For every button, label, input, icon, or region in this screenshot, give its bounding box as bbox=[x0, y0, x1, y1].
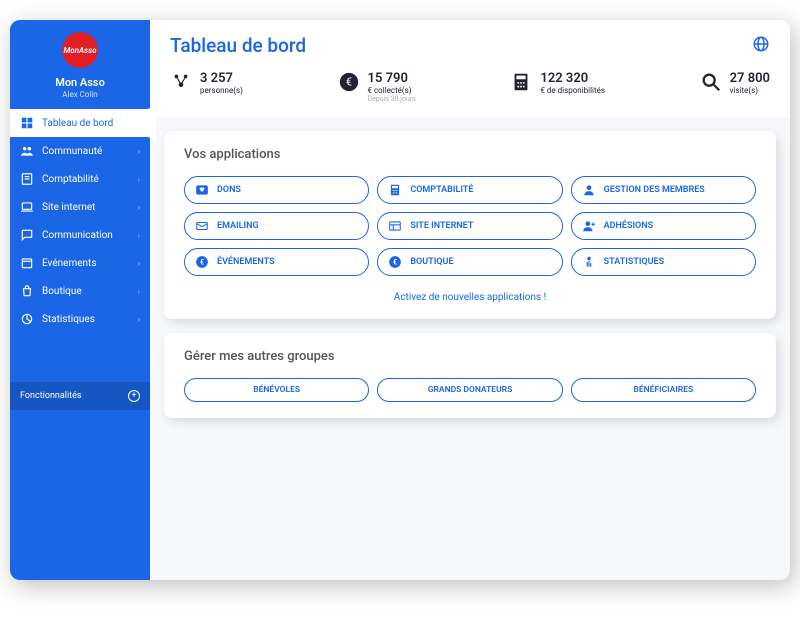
stat-1: 15 790€ collecté(s)Depuis 30 jours bbox=[338, 71, 416, 103]
sidebar-item-4[interactable]: Communication › bbox=[10, 221, 150, 249]
person-icon bbox=[582, 183, 596, 197]
search-icon bbox=[700, 71, 722, 93]
heart-icon bbox=[195, 183, 209, 197]
stats-icon bbox=[582, 255, 596, 269]
chevron-right-icon: › bbox=[138, 315, 140, 324]
people-icon bbox=[20, 144, 34, 158]
stat-3: 27 800visite(s) bbox=[700, 71, 770, 103]
chevron-right-icon: › bbox=[138, 259, 140, 268]
nav-label: Statistiques bbox=[42, 314, 95, 325]
features-button[interactable]: Fonctionnalités + bbox=[10, 382, 150, 410]
features-label: Fonctionnalités bbox=[20, 391, 82, 401]
calc-icon bbox=[510, 71, 532, 93]
user-name: Alex Colin bbox=[10, 90, 150, 99]
sidebar-item-0[interactable]: Tableau de bord bbox=[10, 109, 156, 137]
groups-card: Gérer mes autres groupes BÉNÉVOLES GRANDS… bbox=[164, 333, 776, 418]
sidebar: MonAsso Mon Asso Alex Colin Tableau de b… bbox=[10, 20, 150, 580]
nav-label: Communauté bbox=[42, 146, 102, 157]
sidebar-nav: Tableau de bordCommunauté›Comptabilité›S… bbox=[10, 109, 150, 333]
stat-label: € de disponibilités bbox=[540, 86, 605, 95]
chevron-right-icon: › bbox=[138, 147, 140, 156]
org-name: Mon Asso bbox=[10, 76, 150, 89]
app-label: SITE INTERNET bbox=[410, 221, 473, 231]
app-tile-3[interactable]: EMAILING bbox=[184, 212, 369, 240]
stat-value: 3 257 bbox=[200, 71, 243, 86]
app-label: BOUTIQUE bbox=[410, 257, 453, 267]
chat-icon bbox=[20, 228, 34, 242]
app-tile-2[interactable]: GESTION DES MEMBRES bbox=[571, 176, 756, 204]
sidebar-item-5[interactable]: Evénements › bbox=[10, 249, 150, 277]
sidebar-item-2[interactable]: Comptabilité › bbox=[10, 165, 150, 193]
bag-icon bbox=[20, 284, 34, 298]
app-tile-7[interactable]: BOUTIQUE bbox=[377, 248, 562, 276]
app-tile-6[interactable]: ÉVÉNEMENTS bbox=[184, 248, 369, 276]
calc-icon bbox=[388, 183, 402, 197]
dashboard-icon bbox=[20, 116, 34, 130]
nav-label: Tableau de bord bbox=[42, 118, 113, 129]
group-pill-1[interactable]: GRANDS DONATEURS bbox=[377, 378, 562, 402]
group-pill-0[interactable]: BÉNÉVOLES bbox=[184, 378, 369, 402]
group-pill-2[interactable]: BÉNÉFICIAIRES bbox=[571, 378, 756, 402]
stat-2: 122 320€ de disponibilités bbox=[510, 71, 605, 103]
stat-value: 27 800 bbox=[730, 71, 770, 86]
globe-icon[interactable] bbox=[752, 35, 770, 57]
stat-label: € collecté(s) bbox=[368, 86, 416, 95]
nav-label: Boutique bbox=[42, 286, 82, 297]
mail-icon bbox=[195, 219, 209, 233]
app-label: ÉVÉNEMENTS bbox=[217, 257, 275, 267]
sidebar-item-6[interactable]: Boutique › bbox=[10, 277, 150, 305]
app-tile-8[interactable]: STATISTIQUES bbox=[571, 248, 756, 276]
calendar-icon bbox=[20, 256, 34, 270]
sidebar-item-1[interactable]: Communauté › bbox=[10, 137, 150, 165]
pie-icon bbox=[20, 312, 34, 326]
euro-icon bbox=[388, 255, 402, 269]
chevron-right-icon: › bbox=[138, 175, 140, 184]
org-logo: MonAsso bbox=[62, 32, 98, 68]
groups-grid: BÉNÉVOLES GRANDS DONATEURS BÉNÉFICIAIRES bbox=[184, 378, 756, 402]
stats-bar: 3 257personne(s) 15 790€ collecté(s)Depui… bbox=[150, 61, 790, 117]
stat-label: personne(s) bbox=[200, 86, 243, 95]
laptop-icon bbox=[20, 200, 34, 214]
people-icon bbox=[170, 71, 192, 93]
plus-icon: + bbox=[128, 390, 140, 402]
app-tile-0[interactable]: DONS bbox=[184, 176, 369, 204]
page-title: Tableau de bord bbox=[170, 34, 306, 57]
app-label: GESTION DES MEMBRES bbox=[604, 185, 705, 195]
euro-icon bbox=[338, 71, 360, 93]
nav-label: Comptabilité bbox=[42, 174, 99, 185]
nav-label: Communication bbox=[42, 230, 113, 241]
activate-link[interactable]: Activez de nouvelles applications ! bbox=[184, 292, 756, 303]
chevron-right-icon: › bbox=[138, 287, 140, 296]
web-icon bbox=[388, 219, 402, 233]
book-icon bbox=[20, 172, 34, 186]
app-tile-5[interactable]: ADHÉSIONS bbox=[571, 212, 756, 240]
main-content: Tableau de bord 3 257personne(s)15 790€ … bbox=[150, 20, 790, 580]
personadd-icon bbox=[582, 219, 596, 233]
app-label: DONS bbox=[217, 185, 241, 195]
app-tile-4[interactable]: SITE INTERNET bbox=[377, 212, 562, 240]
nav-label: Evénements bbox=[42, 258, 97, 269]
app-window: MonAsso Mon Asso Alex Colin Tableau de b… bbox=[10, 20, 790, 580]
chevron-right-icon: › bbox=[138, 231, 140, 240]
stat-label: visite(s) bbox=[730, 86, 770, 95]
applications-grid: DONS COMPTABILITÉ GESTION DES MEMBRES EMAIL… bbox=[184, 176, 756, 276]
app-label: ADHÉSIONS bbox=[604, 221, 653, 231]
chevron-right-icon: › bbox=[138, 203, 140, 212]
app-label: STATISTIQUES bbox=[604, 257, 664, 267]
applications-title: Vos applications bbox=[184, 147, 756, 162]
applications-card: Vos applications DONS COMPTABILITÉ GESTION… bbox=[164, 131, 776, 319]
groups-title: Gérer mes autres groupes bbox=[184, 349, 756, 364]
nav-label: Site internet bbox=[42, 202, 95, 213]
stat-value: 15 790 bbox=[368, 71, 416, 86]
stat-0: 3 257personne(s) bbox=[170, 71, 243, 103]
header: Tableau de bord bbox=[150, 20, 790, 61]
euro-icon bbox=[195, 255, 209, 269]
sidebar-item-3[interactable]: Site internet › bbox=[10, 193, 150, 221]
sidebar-item-7[interactable]: Statistiques › bbox=[10, 305, 150, 333]
stat-sublabel: Depuis 30 jours bbox=[368, 95, 416, 103]
app-tile-1[interactable]: COMPTABILITÉ bbox=[377, 176, 562, 204]
app-label: EMAILING bbox=[217, 221, 259, 231]
app-label: COMPTABILITÉ bbox=[410, 185, 473, 195]
stat-value: 122 320 bbox=[540, 71, 605, 86]
